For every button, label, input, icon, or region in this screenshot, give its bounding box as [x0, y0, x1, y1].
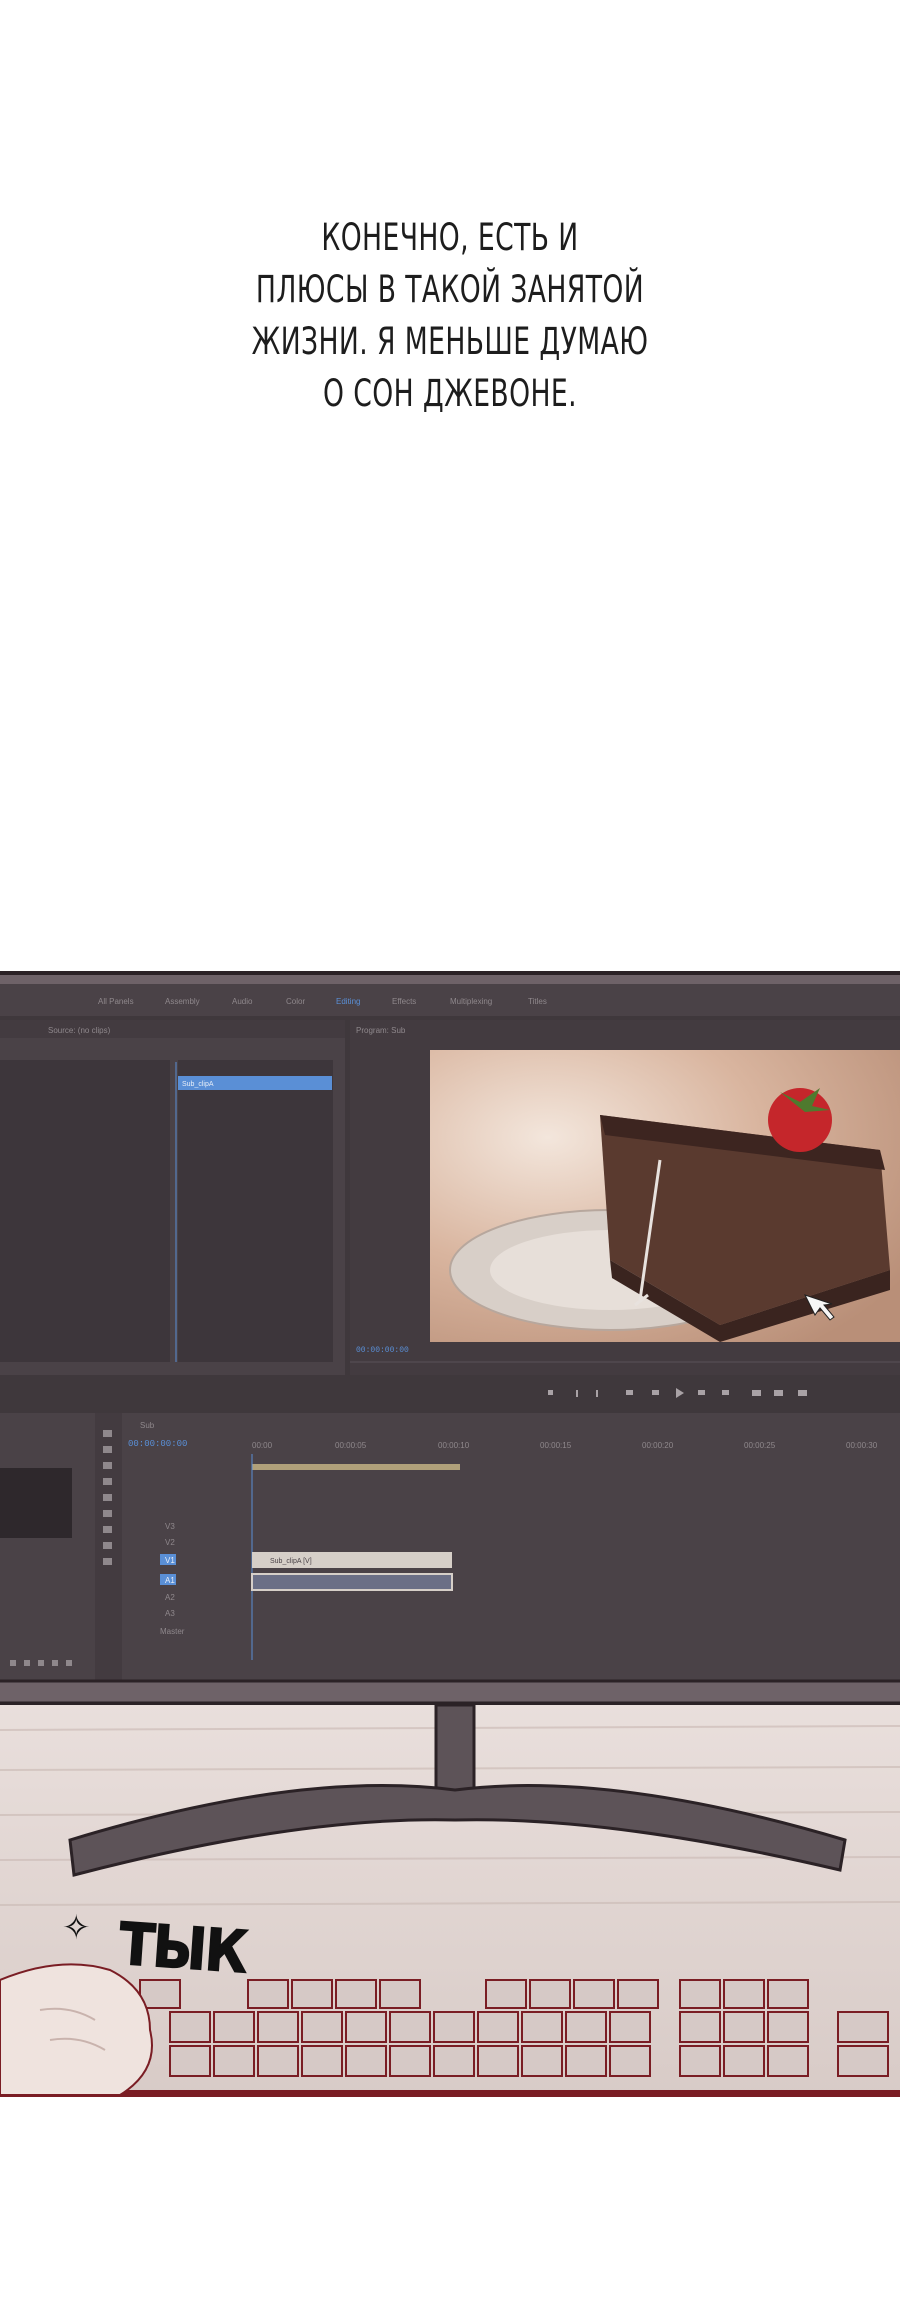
program-preview-image [430, 1050, 900, 1342]
caption-line: О СОН ДЖЕВОНЕ. [323, 372, 577, 415]
track-label: V2 [165, 1538, 175, 1547]
timeline-clip-label: Sub_clipA [V] [270, 1558, 312, 1565]
source-panel-tab: Source: (no clips) [48, 1026, 111, 1035]
bin-thumbnail [0, 1468, 72, 1538]
keyboard [139, 1979, 889, 2077]
track-label: A2 [165, 1593, 175, 1602]
svg-text:00:00:10: 00:00:10 [438, 1441, 470, 1450]
menu-item: Audio [232, 997, 253, 1006]
tool-icons [103, 1430, 112, 1565]
clip-label: Sub_clipA [182, 1081, 214, 1088]
program-timecode: 00:00:00:00 [356, 1346, 409, 1355]
impact-star-icon: ✧ [62, 1909, 91, 1947]
timeline-tab: Sub [140, 1421, 155, 1430]
bin-list [178, 1060, 333, 1362]
program-panel-tab: Program: Sub [356, 1026, 406, 1035]
svg-text:00:00:05: 00:00:05 [335, 1441, 367, 1450]
menu-item-active: Editing [336, 997, 360, 1006]
timeline-timecode: 00:00:00:00 [128, 1439, 187, 1449]
menu-item: Color [286, 997, 305, 1006]
caption-line: ПЛЮСЫ В ТАКОЙ ЗАНЯТОЙ [255, 268, 645, 311]
menu-item: Effects [392, 997, 416, 1006]
timeline-clip-audio [251, 1573, 453, 1591]
project-bin-panel [0, 1413, 95, 1681]
menu-item: Multiplexing [450, 997, 492, 1006]
track-label: A3 [165, 1609, 175, 1618]
caption-line: ЖИЗНИ. Я МЕНЬШЕ ДУМАЮ [251, 320, 649, 363]
menu-item: All Panels [98, 997, 134, 1006]
svg-text:00:00: 00:00 [252, 1441, 273, 1450]
sound-effect: ТЫК [116, 1909, 249, 1987]
caption-line: КОНЕЧНО, ЕСТЬ И [321, 216, 579, 259]
menu-item: Assembly [165, 997, 200, 1006]
key-row [169, 2045, 889, 2077]
svg-text:00:00:30: 00:00:30 [846, 1441, 878, 1450]
project-list [0, 1060, 170, 1362]
menu-item: Titles [528, 997, 547, 1006]
svg-text:00:00:15: 00:00:15 [540, 1441, 572, 1450]
svg-text:00:00:20: 00:00:20 [642, 1441, 674, 1450]
track-label: Master [160, 1627, 185, 1636]
track-label: V1 [165, 1556, 175, 1565]
hand [0, 1963, 153, 2096]
key-row [169, 2011, 889, 2043]
work-area-bar [252, 1464, 460, 1470]
timeline-panel [122, 1413, 900, 1681]
track-label: A1 [165, 1576, 175, 1585]
track-label: V3 [165, 1522, 175, 1531]
svg-text:00:00:25: 00:00:25 [744, 1441, 776, 1450]
caption: КОНЕЧНО, ЕСТЬ И ПЛЮСЫ В ТАКОЙ ЗАНЯТОЙ ЖИ… [90, 212, 810, 420]
